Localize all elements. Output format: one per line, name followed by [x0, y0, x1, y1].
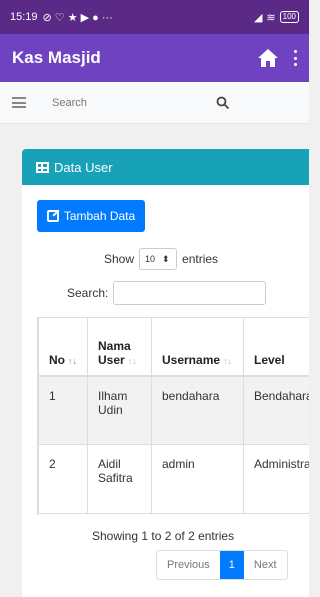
select-arrows-icon: ⬍: [162, 253, 170, 264]
home-icon[interactable]: [257, 48, 279, 68]
pagination: Previous 1 Next: [156, 550, 288, 580]
app-bar: Kas Masjid: [0, 34, 309, 82]
top-search-bar: [0, 82, 309, 124]
user-table: No ↑↓ Nama User ↑↓ Username ↑↓ Level 1 I…: [38, 317, 309, 514]
cell-nama-user: Aidil Safitra: [87, 444, 152, 514]
cell-username: bendahara: [151, 375, 244, 445]
table-icon: [36, 161, 49, 173]
card-header: Data User: [22, 149, 309, 185]
table-header-row: No ↑↓ Nama User ↑↓ Username ↑↓ Level: [38, 317, 309, 377]
wifi-icon: ≋: [266, 11, 276, 24]
edit-icon: [46, 210, 59, 222]
add-data-label: Tambah Data: [63, 209, 136, 223]
status-time: 15:19: [10, 11, 38, 23]
sort-icon: ↑↓: [127, 355, 137, 366]
cell-level: Administrator: [243, 444, 309, 514]
show-label: Show: [104, 252, 135, 266]
cell-no: 1: [38, 375, 88, 445]
sort-icon: ↑↓: [68, 355, 77, 366]
search-icon[interactable]: [216, 96, 230, 110]
add-data-button[interactable]: Tambah Data: [37, 200, 145, 232]
card-title: Data User: [54, 159, 113, 175]
col-header-nama-user[interactable]: Nama User ↑↓: [87, 317, 152, 377]
col-header-no-label: No: [49, 352, 65, 367]
signal-icon: ◢: [253, 11, 263, 24]
cell-level: Bendahara: [243, 375, 309, 445]
cell-no: 2: [38, 444, 88, 514]
hamburger-menu-icon[interactable]: [12, 97, 26, 108]
previous-page-button[interactable]: Previous: [157, 551, 220, 579]
notification-icons: ⊘ ♡ ★ ▶ ● ···: [42, 11, 113, 24]
search-input[interactable]: [52, 96, 202, 109]
col-header-level[interactable]: Level: [243, 317, 309, 377]
cell-nama-user: Ilham Udin: [87, 375, 152, 445]
page-1-button[interactable]: 1: [219, 551, 244, 579]
col-header-username[interactable]: Username ↑↓: [151, 317, 244, 377]
entries-length-control: Show 10 ⬍ entries: [104, 248, 218, 270]
col-header-user-label: User: [98, 352, 125, 367]
data-user-card: Data User Tambah Data Show 10 ⬍ entries …: [22, 149, 309, 597]
col-header-nama-label: Nama: [98, 338, 131, 353]
table-row: 2 Aidil Safitra admin Administrator: [38, 444, 309, 514]
more-menu-icon[interactable]: [293, 50, 297, 66]
table-info: Showing 1 to 2 of 2 entries: [92, 529, 235, 543]
next-page-button[interactable]: Next: [244, 551, 287, 579]
cell-nama-line2: Udin: [98, 402, 123, 417]
table-search: Search:: [67, 281, 267, 305]
table-row: 1 Ilham Udin bendahara Bendahara: [38, 375, 309, 445]
battery-icon: 100: [279, 11, 299, 23]
cell-nama-line1: Aidil: [98, 457, 121, 471]
status-bar: 15:19 ⊘ ♡ ★ ▶ ● ··· ◢ ≋ 100: [0, 0, 309, 34]
table-scroll-area[interactable]: No ↑↓ Nama User ↑↓ Username ↑↓ Level 1 I…: [37, 317, 309, 515]
search-box: [48, 89, 234, 117]
cell-nama-line2: Safitra: [98, 471, 133, 485]
entries-select-value: 10: [145, 254, 156, 264]
col-header-username-label: Username: [162, 352, 221, 367]
col-header-no[interactable]: No ↑↓: [38, 317, 88, 377]
app-title: Kas Masjid: [12, 48, 101, 67]
sort-icon: ↑↓: [223, 355, 233, 366]
table-search-input[interactable]: [113, 281, 267, 305]
col-header-level-label: Level: [254, 352, 285, 367]
entries-label: entries: [182, 252, 219, 266]
table-search-label: Search:: [67, 286, 109, 300]
cell-nama-line1: Ilham: [98, 388, 128, 403]
cell-username: admin: [151, 444, 244, 514]
entries-select[interactable]: 10 ⬍: [139, 248, 178, 270]
